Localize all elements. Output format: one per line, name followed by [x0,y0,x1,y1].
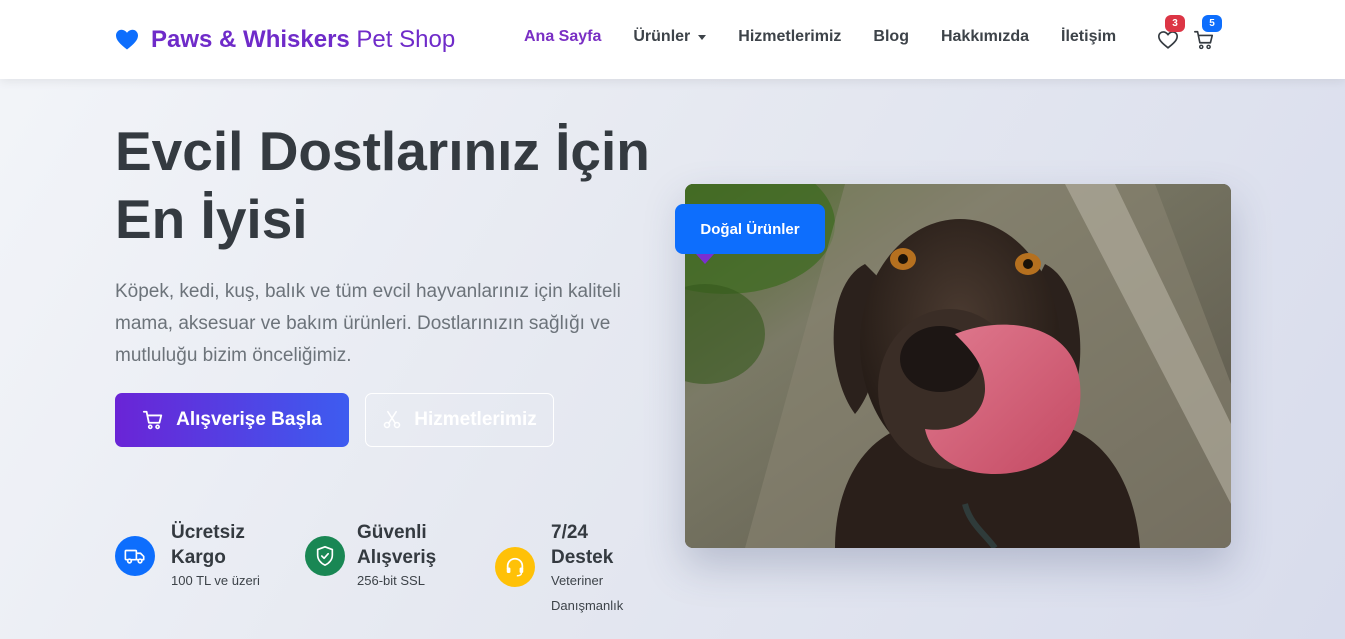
scissors-icon [384,410,401,429]
wishlist-heart-icon[interactable] [1157,29,1179,51]
tag-pointer [696,254,714,264]
shield-check-icon [305,536,345,576]
feature-subtitle-security: 256-bit SSL [357,573,425,588]
feature-title-support-line2: Destek [551,547,614,568]
wishlist-count-badge: 3 [1165,15,1185,32]
nav-item-services[interactable]: Hizmetlerimiz [722,28,857,46]
nav-item-home[interactable]: Ana Sayfa [508,28,617,46]
services-button[interactable]: Hizmetlerimiz [365,393,554,447]
hero-description: Köpek, kedi, kuş, balık ve tüm evcil hay… [115,281,621,366]
brand-name: Paws & Whiskers Pet Shop [151,26,455,54]
nav-menu: Ana Sayfa Ürünler Hizmetlerimiz Blog Hak… [508,28,1132,46]
feature-title-shipping-line2: Kargo [171,547,226,568]
caret-down-icon [698,34,707,40]
nav-item-products-label: Ürünler [633,28,691,45]
truck-icon [115,536,155,576]
feature-title-security: Güvenli Alışveriş [357,520,436,570]
start-shopping-button[interactable]: Alışverişe Başla [115,393,349,447]
cart-icon[interactable] [1193,29,1215,51]
nav-actions: 3 5 [1156,15,1226,56]
brand-logo[interactable]: Paws & Whiskers Pet Shop [115,24,455,56]
services-button-label: Hizmetlerimiz [414,409,537,430]
feature-title-security-line2: Alışveriş [357,547,437,568]
brand-name-bold: Paws & Whiskers [151,26,350,53]
hero-title-line2: En İyisi [115,188,308,250]
feature-title-support: 7/24 Destek [551,520,613,570]
nav-item-contact[interactable]: İletişim [1045,28,1132,46]
natural-products-tag: Doğal Ürünler [675,204,825,254]
headset-icon [495,547,535,587]
start-shopping-label: Alışverişe Başla [176,409,322,430]
feature-title-security-line1: Güvenli [357,522,427,543]
hero-title-line1: Evcil Dostlarınız İçin [115,120,650,182]
cart-icon [143,410,163,430]
cart-count-badge: 5 [1202,15,1222,32]
feature-subtitle-support-line1: Veteriner [551,573,604,588]
nav-item-blog[interactable]: Blog [857,28,925,46]
feature-subtitle-support: Veteriner Danışmanlık [551,568,623,618]
heart-icon [116,29,138,50]
feature-title-shipping: Ücretsiz Kargo [171,520,245,570]
nav-item-about[interactable]: Hakkımızda [925,28,1045,46]
feature-title-support-line1: 7/24 [551,522,588,543]
brand-name-thin: Pet Shop [356,26,456,53]
hero-title: Evcil Dostlarınız İçin En İyisi [115,117,675,253]
feature-subtitle-support-line2: Danışmanlık [551,598,624,613]
navbar: Paws & Whiskers Pet Shop Ana Sayfa Ürünl… [0,0,1345,79]
nav-item-products[interactable]: Ürünler [617,28,722,46]
feature-title-shipping-line1: Ücretsiz [171,522,245,543]
feature-subtitle-shipping: 100 TL ve üzeri [171,573,260,588]
